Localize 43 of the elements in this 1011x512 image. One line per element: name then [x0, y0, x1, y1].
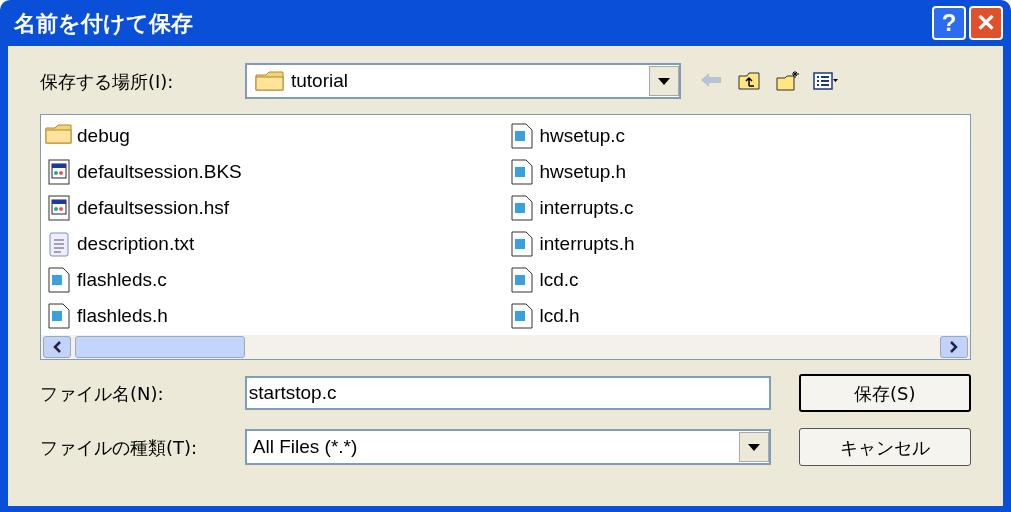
- location-combo[interactable]: tutorial: [245, 63, 681, 99]
- help-button[interactable]: ?: [932, 6, 966, 40]
- save-button[interactable]: 保存(S): [798, 374, 971, 412]
- location-value: tutorial: [291, 68, 350, 93]
- file-type-label: ファイルの種類(T):: [40, 435, 199, 460]
- horizontal-scrollbar[interactable]: [41, 335, 970, 359]
- file-item[interactable]: lcd.h: [539, 301, 580, 331]
- file-item[interactable]: lcd.c: [539, 265, 579, 295]
- caret-icon: [658, 77, 670, 85]
- dropdown-button[interactable]: [738, 432, 769, 462]
- scroll-thumb[interactable]: [75, 336, 245, 358]
- source-file-icon: [45, 303, 73, 329]
- file-name-field[interactable]: startstop.c: [244, 376, 771, 410]
- new-folder-icon[interactable]: [775, 70, 801, 92]
- location-label: 保存する場所(I):: [40, 69, 175, 94]
- file-item[interactable]: defaultsession.BKS: [77, 157, 242, 187]
- file-type-combo[interactable]: All Files (*.*): [244, 429, 771, 465]
- file-item[interactable]: hwsetup.c: [539, 121, 626, 151]
- file-type-value: All Files (*.*): [252, 434, 359, 459]
- folder-icon: [255, 70, 285, 92]
- file-item[interactable]: debug: [77, 121, 130, 151]
- scroll-left-button[interactable]: [43, 336, 71, 358]
- file-item[interactable]: interrupts.c: [539, 193, 634, 223]
- dropdown-button[interactable]: [649, 66, 679, 96]
- scroll-right-button[interactable]: [940, 336, 968, 358]
- file-item[interactable]: flashleds.h: [77, 301, 168, 331]
- file-name-label: ファイル名(N):: [40, 381, 165, 406]
- cancel-button[interactable]: キャンセル: [798, 428, 971, 466]
- chevron-right-icon: [949, 341, 959, 353]
- chevron-left-icon: [52, 341, 62, 353]
- window-title: 名前を付けて保存: [14, 9, 193, 38]
- file-item[interactable]: description.txt: [77, 229, 195, 259]
- source-file-icon: [45, 267, 73, 293]
- close-button[interactable]: ✕: [969, 6, 1003, 40]
- document-window-icon: [45, 159, 73, 185]
- file-item[interactable]: hwsetup.h: [539, 157, 627, 187]
- file-item[interactable]: defaultsession.hsf: [77, 193, 230, 223]
- file-item[interactable]: interrupts.h: [539, 229, 635, 259]
- file-item[interactable]: flashleds.c: [77, 265, 167, 295]
- caret-icon: [747, 443, 760, 451]
- view-menu-icon[interactable]: [813, 70, 839, 92]
- document-window-icon: [45, 195, 73, 221]
- folder-up-icon[interactable]: [737, 70, 763, 92]
